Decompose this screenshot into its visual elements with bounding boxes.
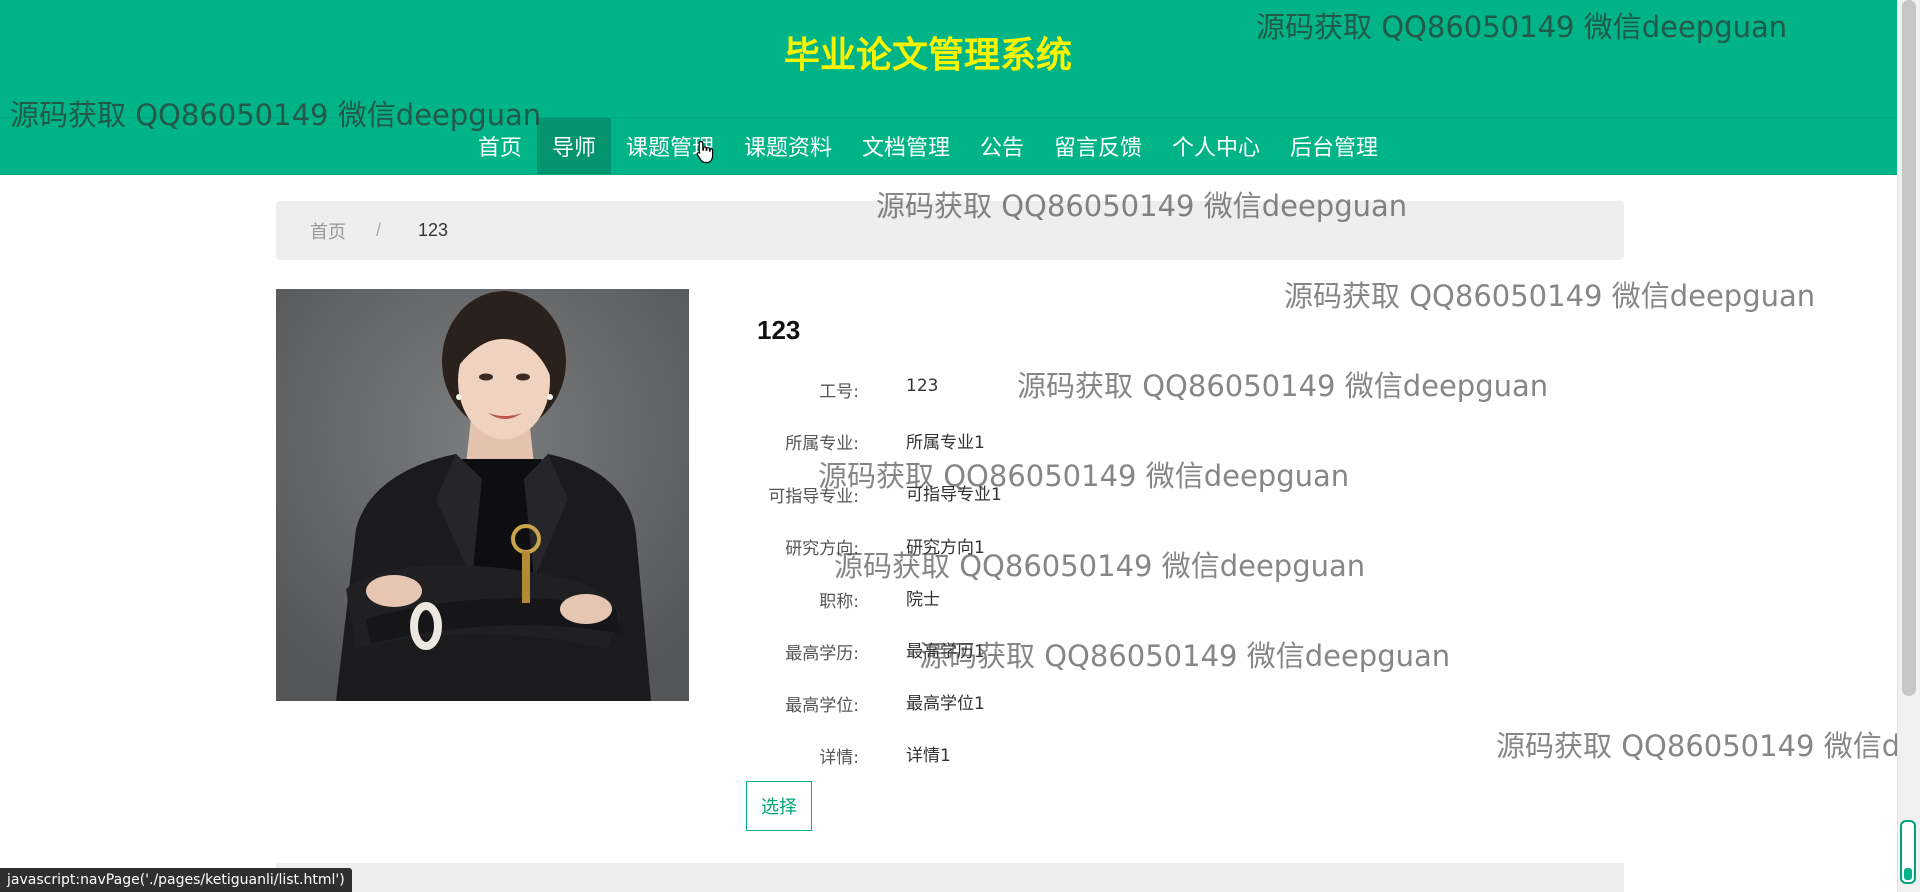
advisor-name: 123 [757,315,801,345]
nav-item-advisor[interactable]: 导师 [536,118,611,174]
field-label-education: 最高学历: [785,644,859,664]
watermark: 源码获取 QQ86050149 微信deepguan [1284,279,1816,313]
field-value-education: 最高学历1 [906,642,985,662]
field-value-guidable-major: 可指导专业1 [906,485,1002,505]
breadcrumb-current: 123 [418,220,449,240]
breadcrumb-separator: / [376,220,382,240]
field-label-guidable-major: 可指导专业: [768,487,859,507]
scrollbar-thumb[interactable] [1902,0,1916,696]
field-label-details: 详情: [819,748,859,768]
link-status-bar: javascript:navPage('./pages/ketiguanli/l… [0,868,352,892]
nav-item-feedback[interactable]: 留言反馈 [1039,118,1157,174]
field-value-research-direction: 研究方向1 [906,538,985,558]
nav-item-announcements[interactable]: 公告 [965,118,1039,174]
field-value-details: 详情1 [906,746,951,766]
field-value-employee-id: 123 [906,376,939,396]
nav-item-home[interactable]: 首页 [463,118,537,174]
hand-cursor-icon [696,140,714,164]
field-value-major: 所属专业1 [906,433,985,453]
main-nav: 首页 导师 课题管理 课题资料 文档管理 公告 留言反馈 个人中心 后台管理 [0,118,1856,174]
field-value-title: 院士 [906,590,940,610]
portrait-image [276,289,689,701]
field-label-title: 职称: [819,592,859,612]
field-label-major: 所属专业: [785,434,859,454]
field-label-employee-id: 工号: [819,382,859,402]
nav-item-document-management[interactable]: 文档管理 [847,118,965,174]
field-value-degree: 最高学位1 [906,694,985,714]
select-button[interactable]: 选择 [746,781,812,831]
site-title: 毕业论文管理系统 [783,35,1072,76]
nav-item-topic-materials[interactable]: 课题资料 [729,118,847,174]
field-label-research-direction: 研究方向: [785,539,859,559]
watermark: 源码获取 QQ86050149 微信deepguan [919,639,1451,673]
site-header: 毕业论文管理系统 首页 导师 课题管理 课题资料 文档管理 公告 留言反馈 个人… [0,0,1898,175]
watermark: 源码获取 QQ86050149 微信deepguan [1496,729,1920,763]
advisor-photo [276,289,689,701]
nav-item-personal-center[interactable]: 个人中心 [1157,118,1275,174]
scroll-progress-icon[interactable] [1900,820,1916,884]
footer-strip [276,863,1624,892]
field-label-degree: 最高学位: [785,696,859,716]
watermark: 源码获取 QQ86050149 微信deepguan [818,459,1350,493]
watermark: 源码获取 QQ86050149 微信deepguan [1017,369,1549,403]
nav-item-admin[interactable]: 后台管理 [1275,118,1393,174]
breadcrumb: 首页 / 123 [276,201,1624,260]
breadcrumb-home-link[interactable]: 首页 [310,218,346,244]
vertical-scrollbar[interactable] [1897,0,1920,892]
